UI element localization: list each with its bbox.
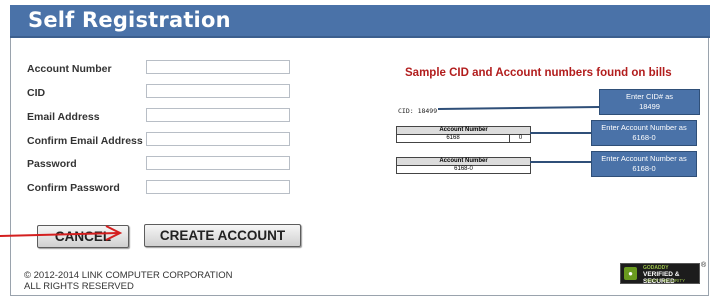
badge-sub-text: VERIFY SECURITY <box>645 278 686 283</box>
page-title: Self Registration <box>28 8 231 32</box>
page-header: Self Registration <box>10 5 710 38</box>
email-input[interactable] <box>146 108 290 122</box>
account1-connector-line <box>530 132 591 134</box>
sample-account-header-2: Account Number <box>397 158 530 166</box>
account1-callout-line1: Enter Account Number as <box>601 123 687 132</box>
confirm-password-input[interactable] <box>146 180 290 194</box>
rights-text: ALL RIGHTS RESERVED <box>24 281 134 292</box>
account2-callout-line2: 6168-0 <box>632 164 656 173</box>
sample-account-box-2: Account Number 6168-0 <box>396 157 531 174</box>
cid-input[interactable] <box>146 84 290 98</box>
sample-account-header-1: Account Number <box>397 127 530 135</box>
sample-account-number-1: 6168 <box>446 135 460 141</box>
password-label: Password <box>27 158 77 170</box>
account1-callout: Enter Account Number as 6168-0 <box>591 120 697 146</box>
sample-account-box-1: Account Number 6168 0 <box>396 126 531 143</box>
account2-callout: Enter Account Number as 6168-0 <box>591 151 697 177</box>
cid-callout-line1: Enter CID# as <box>625 92 674 101</box>
account2-connector-line <box>530 161 591 163</box>
cid-callout: Enter CID# as 18499 <box>599 89 700 115</box>
email-label: Email Address <box>27 111 100 123</box>
confirm-password-label: Confirm Password <box>27 182 120 194</box>
account1-callout-line2: 6168-0 <box>632 133 656 142</box>
sample-title: Sample CID and Account numbers found on … <box>405 67 672 79</box>
verified-secured-badge[interactable]: ● GODADDY VERIFIED & SECURED VERIFY SECU… <box>620 263 700 285</box>
lock-icon: ● <box>624 267 637 280</box>
cid-connector-line <box>438 106 600 110</box>
sample-cid-text: CID: 18499 <box>398 107 438 115</box>
create-account-button[interactable]: CREATE ACCOUNT <box>144 224 301 247</box>
account2-callout-line1: Enter Account Number as <box>601 154 687 163</box>
red-arrow-icon <box>0 225 123 241</box>
confirm-email-label: Confirm Email Address <box>27 135 143 147</box>
copyright-text: © 2012-2014 LINK COMPUTER CORPORATION <box>24 270 233 281</box>
sample-account-suffix-1: 0 <box>509 135 531 142</box>
confirm-email-input[interactable] <box>146 132 290 146</box>
cid-label: CID <box>27 87 46 99</box>
password-input[interactable] <box>146 156 290 170</box>
registered-mark: ® <box>701 262 707 269</box>
cid-callout-line2: 18499 <box>639 102 660 111</box>
sample-account-number-2: 6168-0 <box>454 166 473 172</box>
account-number-input[interactable] <box>146 60 290 74</box>
footer-copyright: © 2012-2014 LINK COMPUTER CORPORATION AL… <box>24 270 233 292</box>
account-number-label: Account Number <box>27 63 112 75</box>
